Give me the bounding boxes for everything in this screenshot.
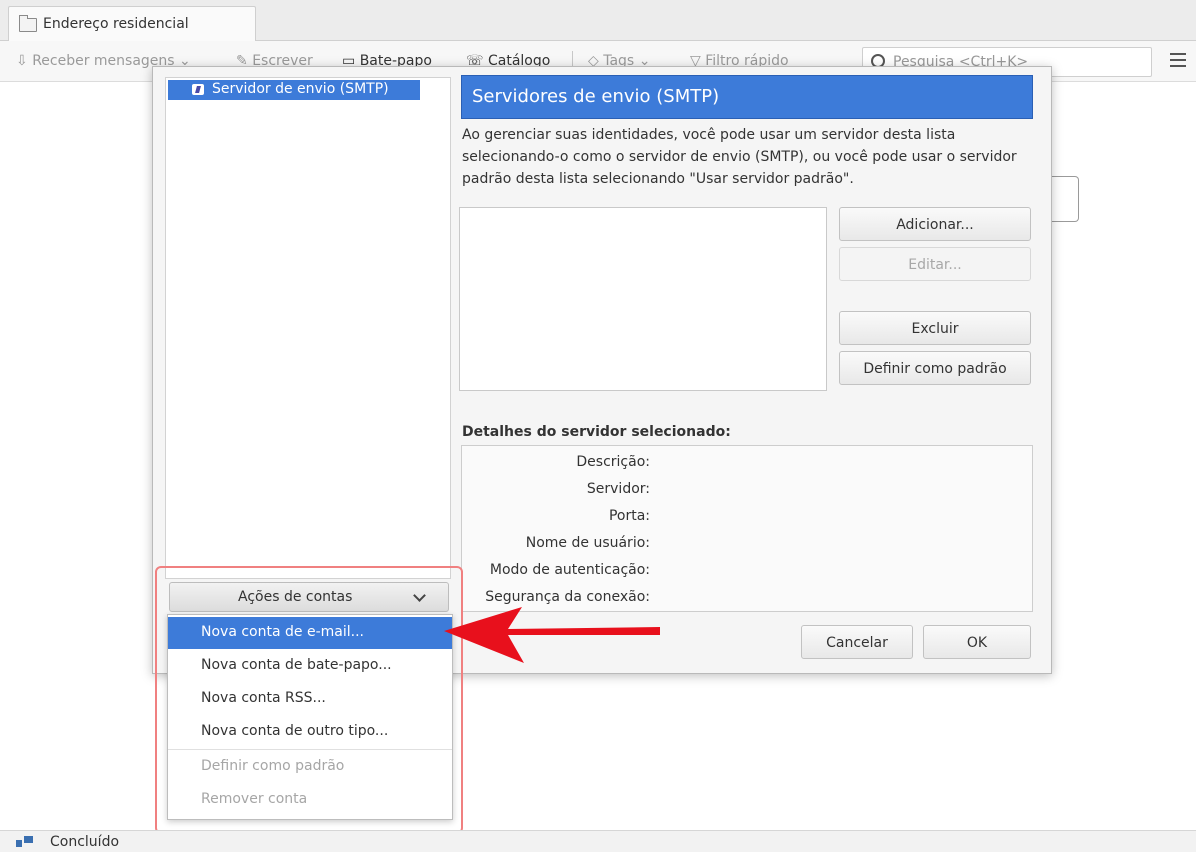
set-default-server-button[interactable]: Definir como padrão: [839, 351, 1031, 385]
status-text: Concluído: [50, 834, 120, 850]
edit-server-button[interactable]: Editar...: [839, 247, 1031, 281]
smtp-server-icon: [192, 84, 204, 95]
detail-label-connection-security: Segurança da conexão:: [485, 589, 650, 605]
details-title: Detalhes do servidor selecionado:: [462, 424, 731, 440]
detail-label-server: Servidor:: [586, 481, 650, 497]
detail-label-auth-mode: Modo de autenticação:: [489, 562, 650, 578]
network-status-icon: [16, 836, 34, 847]
tree-item-smtp[interactable]: Servidor de envio (SMTP): [168, 80, 420, 100]
cancel-button[interactable]: Cancelar: [801, 625, 913, 659]
detail-label-description: Descrição:: [576, 454, 650, 470]
delete-server-button[interactable]: Excluir: [839, 311, 1031, 345]
tab-strip: Endereço residencial: [0, 0, 1196, 41]
download-icon: ⇩: [16, 53, 28, 69]
ok-button[interactable]: OK: [923, 625, 1031, 659]
detail-label-port: Porta:: [608, 508, 650, 524]
annotation-arrow-icon: [444, 607, 660, 663]
account-tree[interactable]: Servidor de envio (SMTP): [165, 77, 451, 579]
smtp-description: Ao gerenciar suas identidades, você pode…: [462, 127, 1017, 187]
smtp-server-list[interactable]: [459, 207, 827, 391]
tab-address-book[interactable]: Endereço residencial: [8, 6, 256, 41]
hamburger-menu-icon[interactable]: [1170, 53, 1186, 71]
add-server-button[interactable]: Adicionar...: [839, 207, 1031, 241]
server-details-panel: Descrição: Servidor: Porta: Nome de usuá…: [461, 445, 1033, 612]
status-bar: Concluído: [0, 830, 1196, 852]
tab-label: Endereço residencial: [43, 16, 189, 32]
tree-item-label: Servidor de envio (SMTP): [212, 81, 389, 97]
annotation-highlight-box: [155, 566, 463, 834]
folder-icon: [19, 15, 37, 32]
detail-label-username: Nome de usuário:: [525, 535, 650, 551]
page-title: Servidores de envio (SMTP): [461, 75, 1033, 119]
